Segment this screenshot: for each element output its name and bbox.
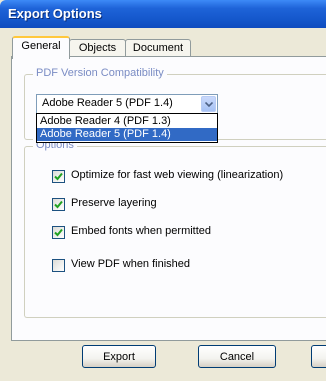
checkbox-box[interactable] bbox=[52, 259, 65, 272]
cancel-button[interactable]: Cancel bbox=[198, 345, 276, 368]
checkbox-label: Preserve layering bbox=[71, 197, 157, 209]
tab-general[interactable]: General bbox=[12, 36, 70, 59]
check-mark-icon bbox=[54, 200, 63, 209]
checkbox-box[interactable] bbox=[52, 170, 65, 183]
dropdown-option-pdf-1-4[interactable]: Adobe Reader 5 (PDF 1.4) bbox=[37, 128, 217, 141]
export-options-dialog: Export Options General Objects Document … bbox=[0, 0, 326, 381]
dropdown-arrow-button[interactable] bbox=[201, 96, 216, 112]
cut-off-button[interactable] bbox=[311, 345, 326, 368]
tab-strip: General Objects Document bbox=[8, 36, 326, 59]
check-mark-icon bbox=[54, 172, 63, 181]
checkbox-box[interactable] bbox=[52, 226, 65, 239]
checkbox-label: Optimize for fast web viewing (lineariza… bbox=[71, 169, 284, 181]
pdf-version-selected-value: Adobe Reader 5 (PDF 1.4) bbox=[42, 97, 173, 109]
dialog-title: Export Options bbox=[8, 6, 102, 21]
chevron-down-icon bbox=[205, 102, 213, 107]
export-button[interactable]: Export bbox=[82, 345, 156, 368]
tab-objects[interactable]: Objects bbox=[69, 39, 126, 57]
pdf-version-group-label: PDF Version Compatibility bbox=[33, 67, 167, 79]
pdf-version-select[interactable]: Adobe Reader 5 (PDF 1.4) bbox=[36, 94, 218, 114]
checkbox-label: View PDF when finished bbox=[71, 258, 191, 270]
checkbox-label: Embed fonts when permitted bbox=[71, 225, 212, 237]
check-mark-icon bbox=[54, 228, 63, 237]
title-bar[interactable]: Export Options bbox=[0, 0, 326, 28]
tab-document[interactable]: Document bbox=[125, 39, 191, 57]
dropdown-option-pdf-1-3[interactable]: Adobe Reader 4 (PDF 1.3) bbox=[37, 115, 217, 128]
checkbox-box[interactable] bbox=[52, 198, 65, 211]
pdf-version-dropdown-list: Adobe Reader 4 (PDF 1.3) Adobe Reader 5 … bbox=[36, 113, 218, 143]
